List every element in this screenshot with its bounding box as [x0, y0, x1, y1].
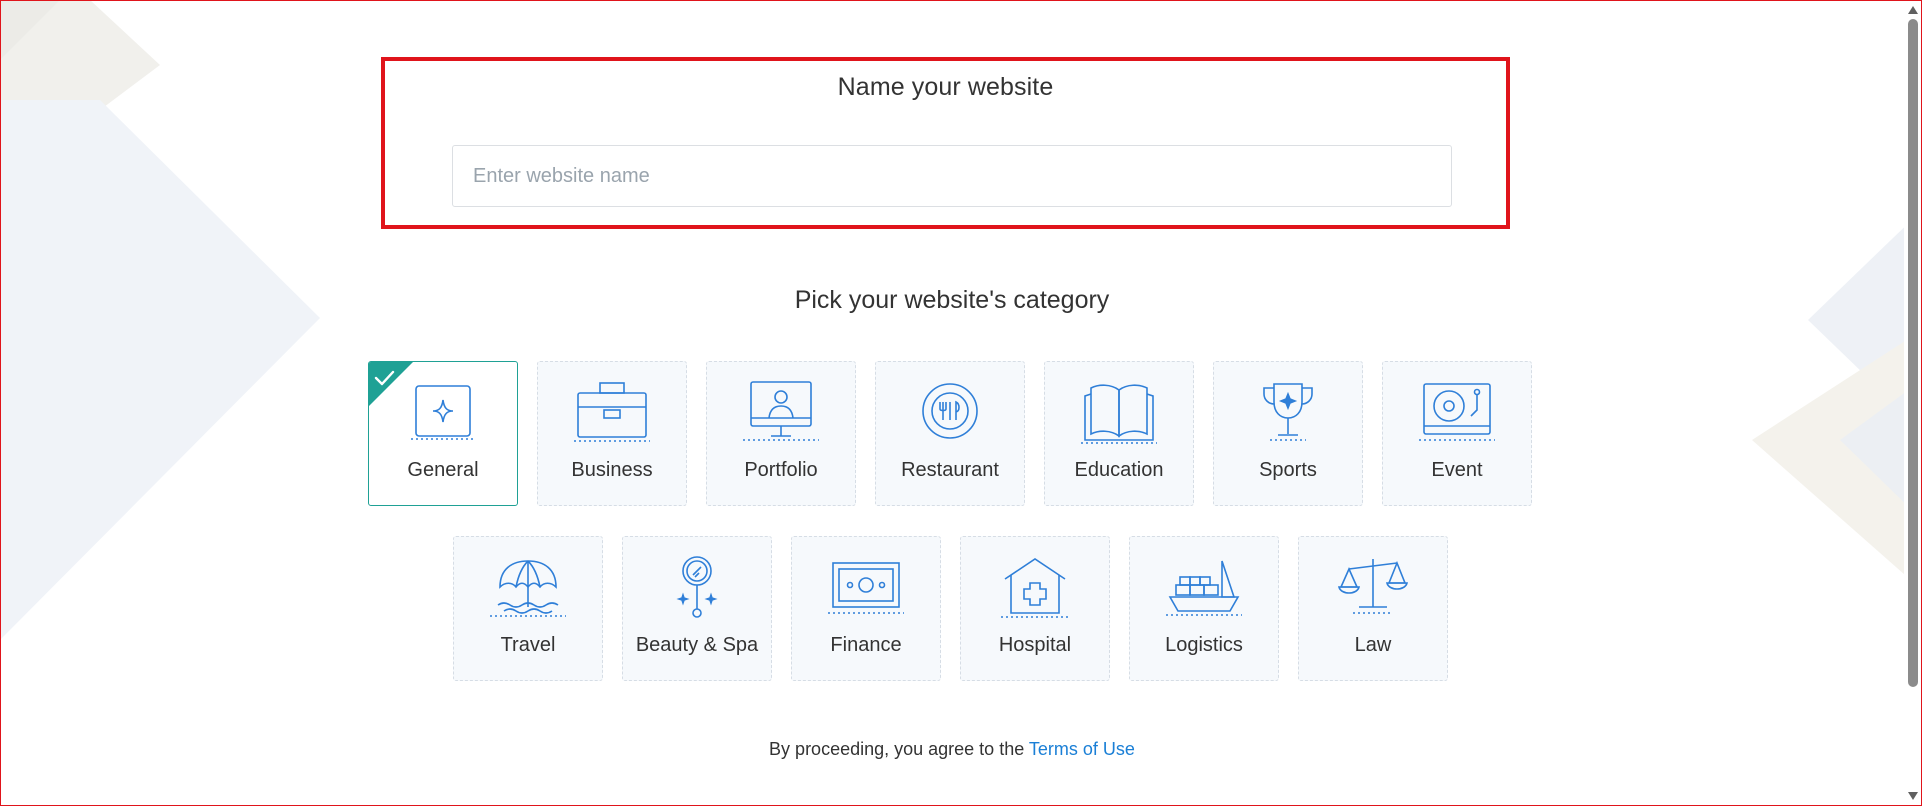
category-label: Portfolio: [744, 459, 818, 481]
category-label: Travel: [500, 634, 556, 656]
hand-mirror-icon: [676, 556, 718, 618]
scales-icon: [1337, 559, 1409, 614]
sparkle-frame-icon: [411, 385, 475, 440]
category-label: Education: [1074, 459, 1164, 481]
category-label: General: [407, 459, 479, 481]
website-name-input[interactable]: [452, 145, 1452, 207]
category-label: Event: [1431, 459, 1483, 481]
category-label: Restaurant: [901, 459, 999, 481]
category-card-sports[interactable]: Sports: [1213, 361, 1363, 506]
vertical-scrollbar[interactable]: [1904, 1, 1921, 805]
trophy-icon: [1263, 383, 1313, 441]
category-row-2: Travel Beauty & Spa Finance Hospital Log…: [453, 536, 1448, 681]
beach-umbrella-icon: [490, 560, 566, 617]
category-label: Finance: [830, 634, 902, 656]
name-website-section: Name your website: [381, 57, 1510, 229]
category-card-travel[interactable]: Travel: [453, 536, 603, 681]
scroll-down-arrow-icon[interactable]: [1907, 791, 1919, 801]
briefcase-icon: [574, 382, 650, 442]
category-card-business[interactable]: Business: [537, 361, 687, 506]
turntable-icon: [1419, 383, 1495, 441]
category-label: Business: [571, 459, 653, 481]
category-card-logistics[interactable]: Logistics: [1129, 536, 1279, 681]
cargo-ship-icon: [1166, 560, 1242, 616]
category-label: Logistics: [1165, 634, 1243, 656]
category-card-general[interactable]: General: [368, 361, 518, 506]
plate-fork-icon: [922, 383, 978, 439]
name-website-title: Name your website: [837, 73, 1054, 101]
category-card-portfolio[interactable]: Portfolio: [706, 361, 856, 506]
terms-notice: By proceeding, you agree to the Terms of…: [0, 739, 1904, 760]
category-card-hospital[interactable]: Hospital: [960, 536, 1110, 681]
category-card-law[interactable]: Law: [1298, 536, 1448, 681]
category-label: Hospital: [998, 634, 1072, 656]
monitor-person-icon: [743, 381, 819, 441]
scroll-up-arrow-icon[interactable]: [1907, 5, 1919, 15]
category-card-education[interactable]: Education: [1044, 361, 1194, 506]
open-book-icon: [1081, 384, 1157, 444]
category-card-finance[interactable]: Finance: [791, 536, 941, 681]
category-label: Law: [1354, 634, 1392, 656]
category-title: Pick your website's category: [794, 286, 1110, 314]
scrollbar-thumb[interactable]: [1908, 19, 1918, 687]
category-card-restaurant[interactable]: Restaurant: [875, 361, 1025, 506]
hospital-icon: [1001, 558, 1069, 618]
category-label: Beauty & Spa: [635, 634, 759, 656]
category-card-event[interactable]: Event: [1382, 361, 1532, 506]
category-card-beauty-spa[interactable]: Beauty & Spa: [622, 536, 772, 681]
banknote-icon: [828, 562, 904, 614]
category-row-1: General Business Portfolio Restaurant Ed…: [368, 361, 1532, 506]
terms-prefix: By proceeding, you agree to the: [769, 739, 1025, 759]
terms-of-use-link[interactable]: Terms of Use: [1029, 739, 1135, 759]
category-label: Sports: [1259, 459, 1317, 481]
